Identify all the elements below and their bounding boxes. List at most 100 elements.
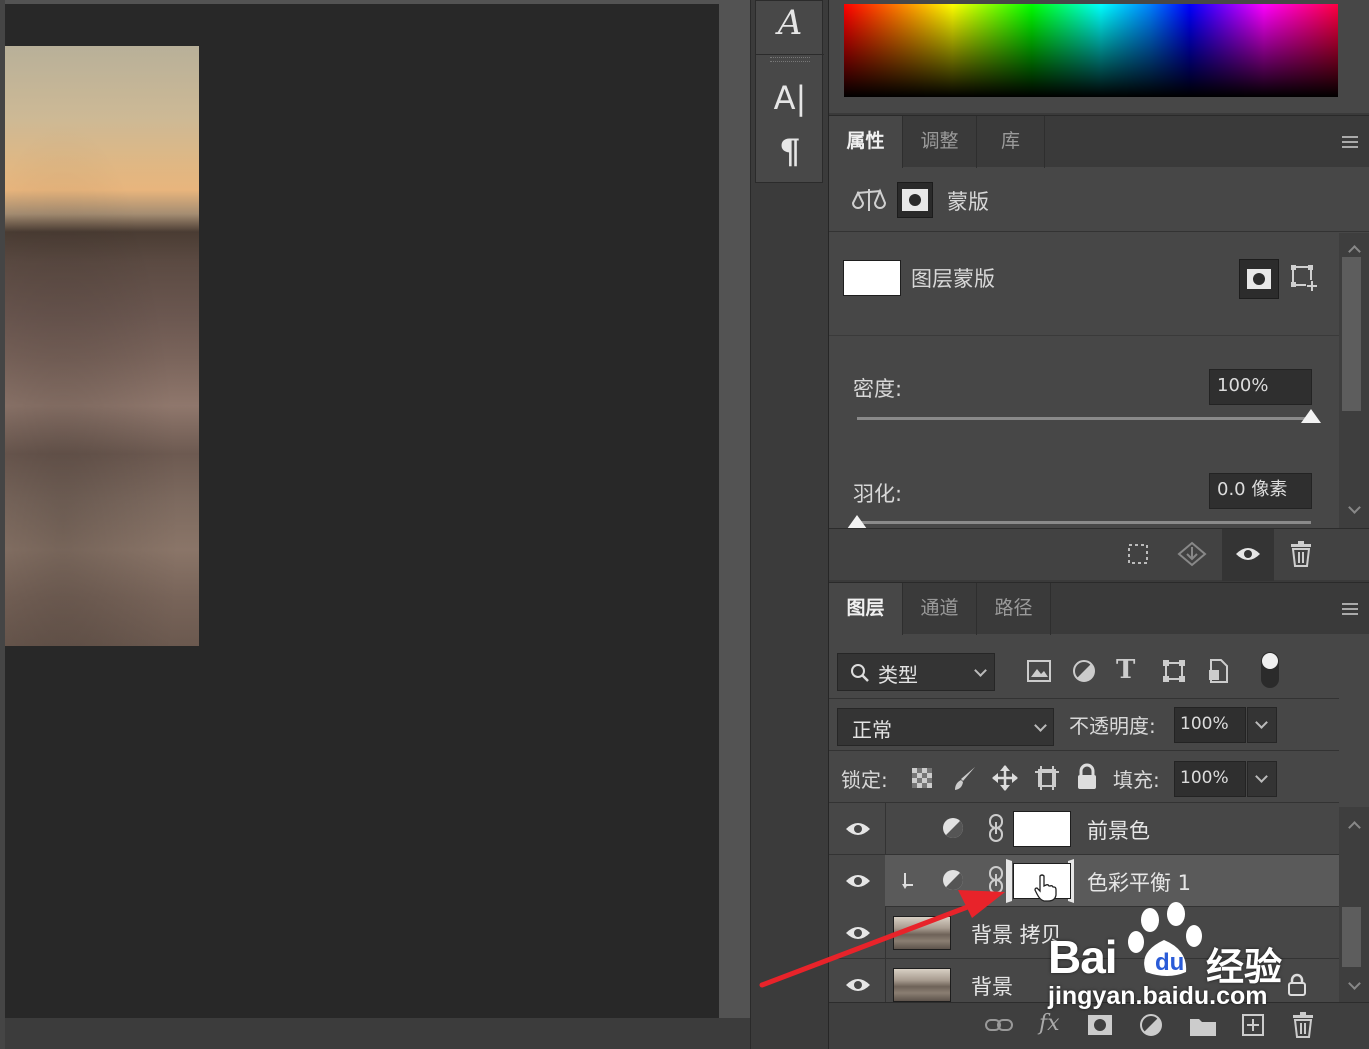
properties-header: 蒙版 — [829, 168, 1369, 232]
panel-menu-icon[interactable] — [1342, 603, 1358, 615]
delete-layer-icon[interactable] — [1291, 1012, 1315, 1038]
color-balance-icon — [852, 188, 886, 211]
density-slider-thumb[interactable] — [1301, 409, 1321, 423]
search-icon — [851, 664, 869, 682]
right-panel-dock: 属性 调整 库 蒙版 图层蒙版 密度: 100% 羽化: 0.0 像素 图层 通… — [828, 0, 1369, 1049]
scroll-up-icon[interactable] — [1348, 245, 1361, 258]
tab-adjustments[interactable]: 调整 — [903, 116, 977, 168]
link-icon[interactable] — [987, 813, 1005, 843]
character-panel-icon[interactable]: A| — [756, 73, 824, 123]
mask-mode-icon[interactable] — [897, 182, 933, 218]
layer-thumbnail[interactable] — [893, 916, 951, 950]
color-spectrum[interactable] — [844, 4, 1338, 97]
lock-label: 锁定: — [841, 768, 888, 792]
panel-menu-icon[interactable] — [1342, 136, 1358, 148]
feather-label: 羽化: — [853, 482, 903, 506]
layer-mask-thumbnail[interactable] — [1013, 811, 1071, 847]
tab-libraries[interactable]: 库 — [977, 116, 1045, 168]
layers-footer: fx — [829, 1002, 1369, 1049]
apply-mask-icon[interactable] — [1177, 541, 1207, 567]
eye-icon[interactable] — [845, 976, 871, 994]
adjustment-layer-icon — [943, 818, 963, 838]
character-style-icon[interactable]: A — [756, 1, 824, 51]
paragraph-panel-icon[interactable]: ¶ — [756, 127, 824, 177]
layers-scroll-thumb[interactable] — [1342, 907, 1361, 967]
feather-slider-track[interactable] — [857, 521, 1311, 524]
density-label: 密度: — [853, 377, 903, 401]
tab-layers[interactable]: 图层 — [829, 583, 903, 635]
blend-mode-value: 正常 — [852, 718, 892, 742]
density-input[interactable]: 100% — [1209, 369, 1312, 405]
eye-icon[interactable] — [845, 872, 871, 890]
layer-name[interactable]: 背景 拷贝 — [971, 919, 1062, 949]
lock-transparent-pixels-icon[interactable] — [911, 767, 933, 789]
layer-row-foreground[interactable]: 前景色 — [829, 803, 1339, 855]
filter-toggle-switch[interactable] — [1261, 652, 1279, 688]
layer-style-fx-icon[interactable]: fx — [1039, 1011, 1060, 1036]
hand-cursor-icon — [1034, 874, 1057, 902]
fill-dropdown-button[interactable] — [1247, 761, 1277, 797]
filter-kind-dropdown[interactable]: 类型 — [837, 653, 995, 691]
canvas-horizontal-scrollbar[interactable] — [5, 1018, 750, 1049]
feather-slider-thumb[interactable] — [847, 515, 867, 529]
add-mask-icon[interactable] — [1087, 1013, 1113, 1037]
eye-icon[interactable] — [845, 924, 871, 942]
lock-image-pixels-icon[interactable] — [953, 765, 977, 791]
layer-row-background-copy[interactable]: 背景 拷贝 — [829, 907, 1339, 959]
tab-paths[interactable]: 路径 — [977, 583, 1051, 635]
link-layers-icon[interactable] — [985, 1017, 1013, 1033]
opacity-label: 不透明度: — [1069, 714, 1156, 738]
properties-header-title: 蒙版 — [947, 190, 989, 214]
smart-object-filter-icon[interactable] — [1207, 658, 1229, 684]
tab-channels[interactable]: 通道 — [903, 583, 977, 635]
opacity-input[interactable]: 100% — [1174, 707, 1246, 743]
density-slider-track[interactable] — [857, 417, 1311, 420]
new-group-icon[interactable] — [1189, 1015, 1217, 1037]
pixel-layer-filter-icon[interactable] — [1027, 660, 1051, 682]
eye-icon[interactable] — [845, 820, 871, 838]
properties-scroll-thumb[interactable] — [1342, 257, 1361, 411]
desert-photo[interactable] — [5, 46, 199, 646]
layers-scrollbar[interactable] — [1339, 807, 1369, 1002]
layer-row-color-balance[interactable]: 色彩平衡 1 — [829, 855, 1339, 907]
type-layer-filter-icon[interactable]: T — [1116, 655, 1135, 685]
tab-properties[interactable]: 属性 — [829, 116, 903, 168]
chevron-down-icon — [1255, 716, 1268, 729]
layer-name[interactable]: 背景 — [971, 971, 1013, 1001]
link-icon[interactable] — [987, 865, 1005, 895]
delete-mask-icon[interactable] — [1289, 541, 1313, 567]
fill-label: 填充: — [1113, 768, 1160, 792]
properties-footer — [829, 528, 1369, 581]
chevron-down-icon — [1255, 770, 1268, 783]
layer-name[interactable]: 前景色 — [1087, 815, 1150, 845]
pixel-mask-button[interactable] — [1239, 259, 1279, 299]
load-selection-icon[interactable] — [1127, 543, 1149, 565]
new-layer-icon[interactable] — [1241, 1013, 1265, 1037]
new-adjustment-layer-icon[interactable] — [1139, 1013, 1165, 1037]
blend-mode-dropdown[interactable]: 正常 — [837, 708, 1054, 746]
vector-mask-button[interactable] — [1289, 263, 1319, 293]
adjustment-layer-filter-icon[interactable] — [1072, 659, 1096, 683]
properties-panel: 属性 调整 库 蒙版 图层蒙版 密度: 100% 羽化: 0.0 像素 — [829, 115, 1369, 581]
lock-all-icon[interactable] — [1076, 763, 1098, 791]
opacity-dropdown-button[interactable] — [1247, 707, 1277, 743]
scroll-down-icon[interactable] — [1348, 501, 1361, 514]
toggle-mask-visibility-button[interactable] — [1222, 529, 1274, 581]
canvas-area[interactable] — [0, 0, 750, 1049]
eye-icon — [1236, 548, 1260, 560]
properties-body: 图层蒙版 密度: 100% 羽化: 0.0 像素 — [829, 233, 1369, 529]
feather-input[interactable]: 0.0 像素 — [1209, 473, 1312, 509]
scroll-down-icon[interactable] — [1348, 977, 1361, 990]
scroll-up-icon[interactable] — [1348, 821, 1361, 834]
shape-layer-filter-icon[interactable] — [1162, 659, 1186, 683]
layer-thumbnail[interactable] — [893, 968, 951, 1002]
lock-artboard-icon[interactable] — [1033, 764, 1061, 792]
layer-mask-thumbnail[interactable] — [843, 260, 901, 296]
layers-panel: 图层 通道 路径 类型 T 正常 不透明度: 100% 锁定: 填充: 100%… — [829, 582, 1369, 1049]
layer-name[interactable]: 色彩平衡 1 — [1087, 867, 1191, 897]
collapsed-panel-icons: A A| ¶ — [755, 0, 824, 183]
lock-position-icon[interactable] — [991, 764, 1019, 792]
filter-kind-label: 类型 — [878, 663, 918, 687]
properties-tabbar: 属性 调整 库 — [829, 115, 1369, 168]
fill-input[interactable]: 100% — [1174, 761, 1246, 797]
